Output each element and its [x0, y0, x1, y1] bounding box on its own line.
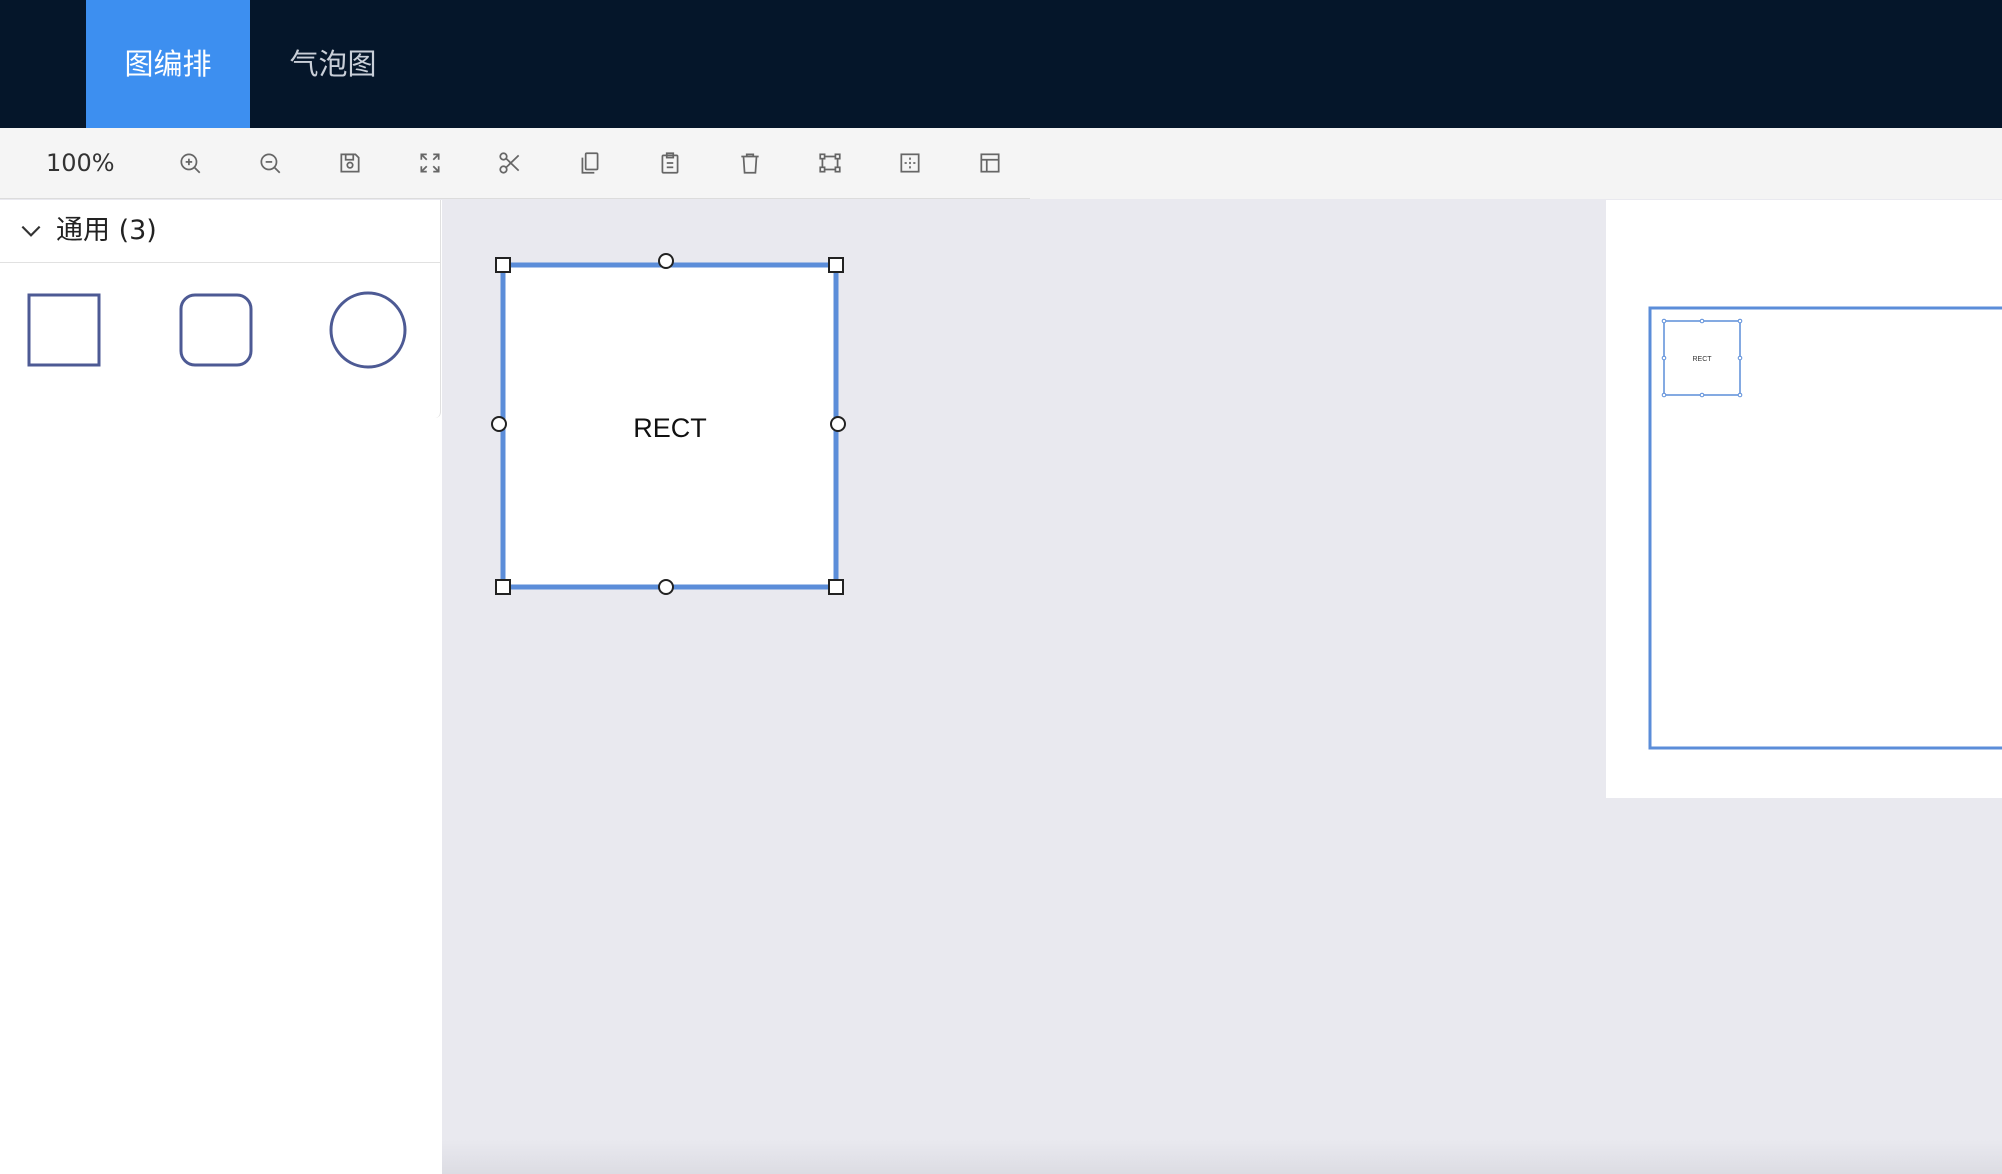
minimap-node-label: RECT [1692, 356, 1712, 363]
chevron-down-icon [21, 225, 41, 237]
grid-button[interactable] [892, 145, 928, 181]
connect-port-right[interactable] [830, 416, 846, 432]
zoom-in-icon [180, 153, 201, 174]
resize-handle-bottom-right[interactable] [828, 579, 844, 595]
toolbar: 100% [0, 128, 1030, 199]
delete-button[interactable] [732, 145, 768, 181]
connect-port-left[interactable] [491, 416, 507, 432]
paste-button[interactable] [652, 145, 688, 181]
save-button[interactable] [332, 145, 368, 181]
layout-icon [980, 153, 1000, 173]
copy-icon [581, 152, 599, 174]
resize-handle-top-right[interactable] [828, 257, 844, 273]
select-shape-button[interactable] [812, 145, 848, 181]
save-icon [340, 153, 360, 173]
resize-handle-top-left[interactable] [495, 257, 511, 273]
select-shape-icon [819, 153, 841, 173]
top-nav-bar: 图编排 气泡图 [0, 0, 2002, 128]
zoom-in-button[interactable] [172, 145, 208, 181]
shape-group-header[interactable]: 通用 (3) [0, 200, 440, 263]
canvas-rect-node[interactable]: RECT [490, 250, 850, 600]
layout-button[interactable] [972, 145, 1008, 181]
shape-group-title: 通用 (3) [56, 215, 157, 246]
tab-graph-layout[interactable]: 图编排 [86, 0, 250, 128]
connect-port-top[interactable] [658, 253, 674, 269]
zoom-level: 100% [46, 149, 115, 177]
resize-handle-bottom-left[interactable] [495, 579, 511, 595]
toolbar-spacer [1030, 128, 2002, 199]
connect-port-bottom[interactable] [658, 579, 674, 595]
delete-icon [741, 153, 759, 174]
cut-button[interactable] [492, 145, 528, 181]
rectangle-shape[interactable] [26, 292, 102, 368]
tab-bubble-chart[interactable]: 气泡图 [268, 0, 398, 128]
circle-shape[interactable] [328, 290, 408, 370]
minimap: RECT [1606, 200, 2002, 798]
grid-icon [900, 153, 920, 173]
fit-screen-button[interactable] [412, 145, 448, 181]
shape-group: 通用 (3) [0, 200, 441, 418]
cut-icon [499, 152, 520, 174]
paste-icon [661, 152, 679, 174]
node-label: RECT [633, 413, 707, 443]
zoom-out-button[interactable] [252, 145, 288, 181]
shape-panel: 通用 (3) [0, 200, 442, 1174]
zoom-out-icon [260, 153, 281, 174]
fit-screen-icon [420, 153, 440, 173]
rounded-rectangle-shape[interactable] [178, 292, 254, 368]
canvas-bottom-edge [442, 1140, 2002, 1174]
minimap-viewport[interactable]: RECT [1648, 306, 2002, 752]
copy-button[interactable] [572, 145, 608, 181]
